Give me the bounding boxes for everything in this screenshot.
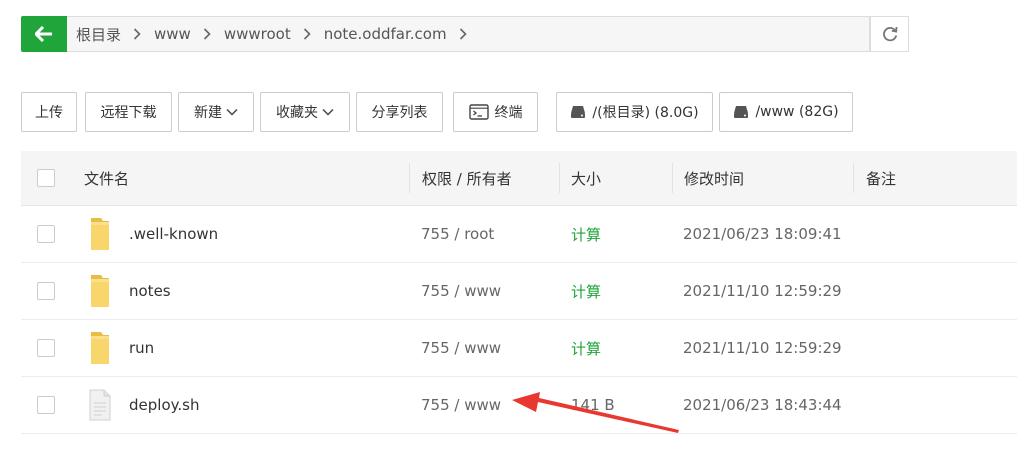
upload-label: 上传 bbox=[35, 105, 63, 121]
table-row[interactable]: run 755 / www 计算 2021/11/10 12:59:29 bbox=[21, 320, 1017, 377]
select-all-cell bbox=[37, 151, 55, 205]
chevron-right-icon bbox=[203, 28, 211, 40]
mtime: 2021/11/10 12:59:29 bbox=[683, 282, 842, 300]
breadcrumb-label: 根目录 bbox=[76, 25, 122, 44]
table-row[interactable]: .well-known 755 / root 计算 2021/06/23 18:… bbox=[21, 206, 1017, 263]
disk-root-button[interactable]: /(根目录) (8.0G) bbox=[556, 92, 713, 132]
chevron-right-icon bbox=[133, 28, 141, 40]
column-divider bbox=[853, 163, 854, 193]
size-calc-link[interactable]: 计算 bbox=[571, 206, 601, 262]
table-row[interactable]: deploy.sh 755 / www 141 B 2021/06/23 18:… bbox=[21, 377, 1017, 434]
disk-www-label: /www (82G) bbox=[755, 104, 839, 120]
file-name[interactable]: notes bbox=[129, 263, 171, 319]
refresh-icon bbox=[882, 26, 897, 42]
header-mtime[interactable]: 修改时间 bbox=[684, 151, 744, 205]
favorites-dropdown-button[interactable]: 收藏夹 bbox=[260, 92, 350, 132]
breadcrumb-item-root[interactable]: 根目录 bbox=[67, 24, 145, 45]
folder-icon bbox=[88, 320, 112, 376]
file-name[interactable]: run bbox=[129, 320, 154, 376]
chevron-down-icon bbox=[322, 108, 334, 116]
header-size[interactable]: 大小 bbox=[571, 151, 601, 205]
row-select-cell bbox=[37, 206, 55, 262]
perm-owner[interactable]: 755 / root bbox=[421, 206, 494, 262]
file-table: 文件名 权限 / 所有者 大小 修改时间 备注 .well-known 755 … bbox=[21, 151, 1017, 434]
header-perm-owner[interactable]: 权限 / 所有者 bbox=[422, 151, 512, 205]
row-checkbox[interactable] bbox=[37, 339, 55, 357]
chevron-down-icon bbox=[226, 108, 238, 116]
file-icon bbox=[88, 377, 112, 433]
row-checkbox[interactable] bbox=[37, 396, 55, 414]
breadcrumb-label: www bbox=[154, 25, 191, 43]
share-list-label: 分享列表 bbox=[371, 105, 428, 121]
row-select-cell bbox=[37, 263, 55, 319]
new-label: 新建 bbox=[194, 105, 222, 121]
mtime: 2021/11/10 12:59:29 bbox=[683, 339, 842, 357]
header-note[interactable]: 备注 bbox=[866, 151, 896, 205]
disk-icon bbox=[571, 106, 586, 118]
share-list-button[interactable]: 分享列表 bbox=[356, 92, 443, 132]
perm-owner[interactable]: 755 / www bbox=[421, 377, 501, 433]
breadcrumb-label: wwwroot bbox=[223, 25, 291, 43]
row-select-cell bbox=[37, 320, 55, 376]
mtime: 2021/06/23 18:43:44 bbox=[683, 396, 842, 414]
terminal-icon bbox=[468, 104, 489, 120]
size-calc-link[interactable]: 计算 bbox=[571, 320, 601, 376]
remote-download-button[interactable]: 远程下载 bbox=[85, 92, 172, 132]
remote-download-label: 远程下载 bbox=[100, 105, 157, 121]
row-select-cell bbox=[37, 377, 55, 433]
size-calc-link[interactable]: 计算 bbox=[571, 263, 601, 319]
favorites-label: 收藏夹 bbox=[276, 105, 318, 121]
header-name[interactable]: 文件名 bbox=[84, 151, 129, 205]
column-divider bbox=[559, 163, 560, 193]
terminal-button[interactable]: 终端 bbox=[453, 92, 538, 132]
breadcrumb-item-wwwroot[interactable]: wwwroot bbox=[215, 25, 315, 43]
terminal-label: 终端 bbox=[494, 105, 523, 121]
disk-root-label: /(根目录) (8.0G) bbox=[592, 105, 699, 121]
file-name[interactable]: deploy.sh bbox=[129, 377, 199, 433]
file-name[interactable]: .well-known bbox=[129, 206, 218, 262]
refresh-button[interactable] bbox=[870, 16, 909, 52]
back-button[interactable] bbox=[21, 16, 67, 52]
select-all-checkbox[interactable] bbox=[37, 169, 55, 187]
perm-owner[interactable]: 755 / www bbox=[421, 263, 501, 319]
disk-www-button[interactable]: /www (82G) bbox=[719, 92, 853, 132]
arrow-left-icon bbox=[35, 26, 52, 42]
row-checkbox[interactable] bbox=[37, 225, 55, 243]
new-dropdown-button[interactable]: 新建 bbox=[178, 92, 254, 132]
folder-icon bbox=[88, 206, 112, 262]
table-row[interactable]: notes 755 / www 计算 2021/11/10 12:59:29 bbox=[21, 263, 1017, 320]
disk-icon bbox=[734, 106, 749, 118]
upload-button[interactable]: 上传 bbox=[21, 92, 77, 132]
row-checkbox[interactable] bbox=[37, 282, 55, 300]
file-size: 141 B bbox=[571, 396, 615, 414]
path-bar: 根目录 www wwwroot note.oddfar.com bbox=[21, 16, 909, 52]
breadcrumb-label: note.oddfar.com bbox=[323, 25, 447, 43]
column-divider bbox=[409, 163, 410, 193]
column-divider bbox=[672, 163, 673, 193]
folder-icon bbox=[88, 263, 112, 319]
breadcrumb-item-site[interactable]: note.oddfar.com bbox=[315, 25, 471, 43]
chevron-right-icon bbox=[303, 28, 311, 40]
breadcrumb: 根目录 www wwwroot note.oddfar.com bbox=[67, 16, 870, 52]
breadcrumb-item-www[interactable]: www bbox=[145, 25, 215, 43]
chevron-right-icon bbox=[459, 28, 467, 40]
table-header: 文件名 权限 / 所有者 大小 修改时间 备注 bbox=[21, 151, 1017, 206]
mtime: 2021/06/23 18:09:41 bbox=[683, 225, 842, 243]
perm-owner[interactable]: 755 / www bbox=[421, 320, 501, 376]
